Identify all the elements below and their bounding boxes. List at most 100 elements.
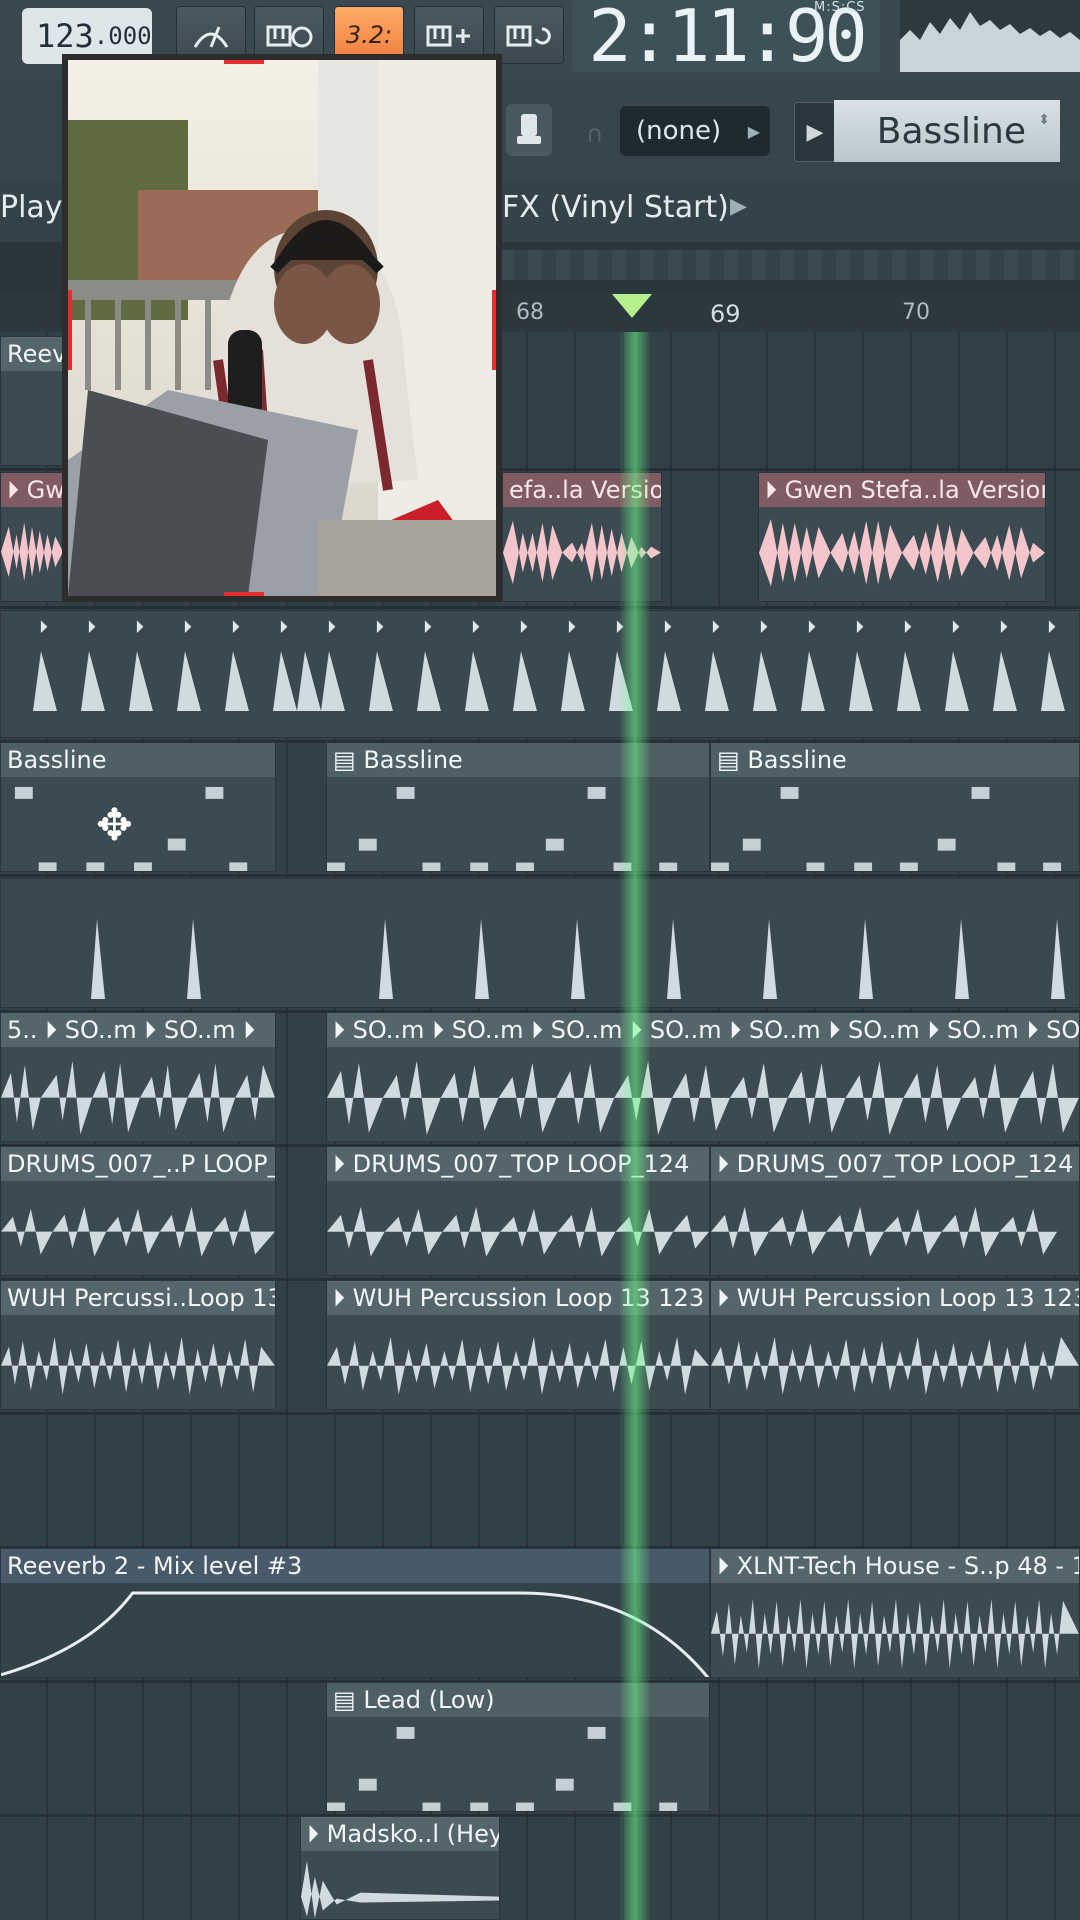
reeverb-clip[interactable]: Reeve bbox=[0, 336, 64, 466]
move-cursor-icon: ✥ bbox=[96, 800, 133, 851]
clip-label: ⏵ Madsko..l (Hey!) bbox=[301, 1817, 499, 1851]
bar-number: 69 bbox=[710, 300, 741, 328]
clip-label-text: SO..m bbox=[748, 1016, 821, 1044]
so-clip-group[interactable]: 5.. ⏵ SO..m ⏵ SO..m ⏵ bbox=[0, 1012, 276, 1142]
clip-label: WUH Percussi..Loop 13 123 bbox=[1, 1281, 275, 1315]
clip-label: ⏵ WUH Percussion Loop 13 123 bbox=[327, 1281, 709, 1315]
svg-text:⏵: ⏵ bbox=[135, 617, 144, 638]
svg-text:⏵: ⏵ bbox=[855, 617, 864, 638]
clip-label-text: SO..m bbox=[847, 1016, 920, 1044]
gwen-clip[interactable]: ⏵ Gwe bbox=[0, 472, 64, 602]
pattern-notes bbox=[14, 786, 248, 871]
clip-label: DRUMS_007_..P LOOP_124 bbox=[1, 1147, 275, 1181]
svg-text:⏵: ⏵ bbox=[903, 617, 912, 638]
playhead-line bbox=[620, 332, 650, 1920]
spinner-icon[interactable]: ⬍ bbox=[1038, 112, 1050, 128]
bassline-pattern-clip[interactable]: ▤ Bassline bbox=[326, 742, 710, 872]
svg-text:⏵: ⏵ bbox=[423, 617, 432, 638]
audio-waveform bbox=[1, 1206, 275, 1257]
pattern-play-button[interactable]: ▶ bbox=[794, 102, 836, 162]
svg-text:⏵: ⏵ bbox=[87, 617, 96, 638]
clip-label-text: Bassline bbox=[747, 746, 847, 774]
clip-label-text: Gwen Stefa..la Version) bbox=[784, 476, 1046, 504]
lead-pattern-clip[interactable]: ▤ Lead (Low) bbox=[326, 1682, 710, 1812]
madsko-hey-clip[interactable]: ⏵ Madsko..l (Hey!) bbox=[300, 1816, 500, 1920]
svg-text:⏵: ⏵ bbox=[999, 617, 1008, 638]
clip-label: ⏵ XLNT-Tech House - S..p 48 - 128 bbox=[711, 1549, 1079, 1583]
drums-top-loop-clip[interactable]: ⏵ DRUMS_007_TOP LOOP_124 bbox=[326, 1146, 710, 1276]
clip-label: ▤ Bassline bbox=[711, 743, 1079, 777]
target-channel-select[interactable]: (none) ▶ bbox=[620, 106, 770, 156]
kick-track-clips[interactable]: ⏵⏵⏵⏵⏵⏵⏵⏵⏵⏵⏵⏵⏵⏵⏵⏵⏵⏵⏵⏵⏵⏵ bbox=[0, 610, 1080, 738]
track-separator bbox=[0, 1814, 1080, 1817]
svg-text:⏵: ⏵ bbox=[519, 617, 528, 638]
svg-text:⏵: ⏵ bbox=[951, 617, 960, 638]
audio-waveform bbox=[1, 522, 63, 581]
gwen-clip[interactable]: ⏵ Gwen Stefa..la Version) bbox=[758, 472, 1046, 602]
svg-text:⏵: ⏵ bbox=[327, 617, 336, 638]
scrollbar-overview[interactable] bbox=[500, 250, 1080, 280]
svg-text:⏵: ⏵ bbox=[471, 617, 480, 638]
playhead-marker-icon[interactable] bbox=[612, 294, 652, 318]
pattern-notes bbox=[327, 1726, 678, 1811]
bar-number: 68 bbox=[516, 300, 544, 325]
clip-label-text: SO..m bbox=[64, 1016, 137, 1044]
so-clip-group[interactable]: ⏵ SO..m ⏵ SO..m ⏵ SO..m ⏵ SO..m ⏵ SO..m … bbox=[326, 1012, 1080, 1142]
wuh-percussion-clip[interactable]: ⏵ WUH Percussion Loop 13 123 bbox=[710, 1280, 1080, 1410]
svg-text:⏵: ⏵ bbox=[279, 617, 288, 638]
clip-label: Reeverb 2 - Mix level #3 bbox=[1, 1549, 709, 1583]
target-channel-value: (none) bbox=[636, 116, 722, 146]
perc-hit-track-clips[interactable] bbox=[0, 878, 1080, 1008]
clip-label-text: SO..m bbox=[352, 1016, 425, 1044]
xlnt-tech-house-clip[interactable]: ⏵ XLNT-Tech House - S..p 48 - 128 bbox=[710, 1548, 1080, 1678]
pattern-selector[interactable]: Bassline ⬍ bbox=[834, 100, 1060, 162]
bar-number: 70 bbox=[902, 300, 930, 325]
audio-waveform bbox=[327, 1206, 709, 1257]
clip-label-text: SO..m bbox=[1046, 1016, 1080, 1044]
plugin-knob-icon[interactable] bbox=[506, 104, 552, 156]
reeverb-automation-clip[interactable]: Reeverb 2 - Mix level #3 bbox=[0, 1548, 710, 1678]
clip-label: Reeve bbox=[1, 337, 63, 371]
clip-label-text: Lead (Low) bbox=[363, 1686, 495, 1714]
svg-text:⏵: ⏵ bbox=[183, 617, 192, 638]
clip-label: ⏵ SO..m ⏵ SO..m ⏵ SO..m ⏵ SO..m ⏵ SO..m … bbox=[327, 1013, 1079, 1047]
time-format-label[interactable]: M:S:CS bbox=[814, 0, 866, 15]
headphone-icon[interactable]: ∩ bbox=[586, 120, 604, 148]
bassline-pattern-clip[interactable]: Bassline bbox=[0, 742, 276, 872]
frame-accent bbox=[224, 60, 264, 64]
clip-label-text: WUH Percussion Loop 13 123 bbox=[736, 1284, 1080, 1312]
drums-top-loop-clip[interactable]: ⏵ DRUMS_007_TOP LOOP_124 bbox=[710, 1146, 1080, 1276]
clip-label-text: Gwe bbox=[26, 476, 64, 504]
wuh-percussion-clip[interactable]: ⏵ WUH Percussion Loop 13 123 bbox=[326, 1280, 710, 1410]
clip-label: Bassline bbox=[1, 743, 275, 777]
chevron-right-icon: ▶ bbox=[747, 121, 760, 141]
wuh-percussion-clip[interactable]: WUH Percussi..Loop 13 123 bbox=[0, 1280, 276, 1410]
playlist-breadcrumb[interactable]: FX (Vinyl Start) bbox=[502, 190, 729, 225]
svg-text:⏵: ⏵ bbox=[231, 617, 240, 638]
svg-text:⏵: ⏵ bbox=[711, 617, 720, 638]
svg-text:⏵: ⏵ bbox=[39, 617, 48, 638]
bassline-pattern-clip[interactable]: ▤ Bassline bbox=[710, 742, 1080, 872]
oscilloscope-display bbox=[900, 0, 1080, 72]
track-separator bbox=[0, 874, 1080, 877]
clip-label: ⏵ DRUMS_007_TOP LOOP_124 bbox=[327, 1147, 709, 1181]
clip-label-text: Bassline bbox=[363, 746, 463, 774]
audio-waveform bbox=[711, 1598, 1079, 1669]
pattern-notes bbox=[327, 786, 678, 871]
clip-label: ▤ Bassline bbox=[327, 743, 709, 777]
drums-top-loop-clip[interactable]: DRUMS_007_..P LOOP_124 bbox=[0, 1146, 276, 1276]
svg-text:⏵: ⏵ bbox=[807, 617, 816, 638]
svg-text:⏵: ⏵ bbox=[1047, 617, 1056, 638]
frame-accent bbox=[224, 592, 264, 596]
svg-text:⏵: ⏵ bbox=[663, 617, 672, 638]
audio-waveform bbox=[327, 1336, 709, 1395]
pattern-notes bbox=[711, 786, 1062, 871]
audio-waveform bbox=[327, 1060, 1079, 1135]
automation-curve bbox=[1, 1591, 709, 1677]
clip-label: ⏵ Gwe bbox=[1, 473, 63, 507]
pattern-name-value: Bassline bbox=[876, 110, 1026, 152]
clip-label: 5.. ⏵ SO..m ⏵ SO..m ⏵ bbox=[1, 1013, 275, 1047]
loop-record-icon[interactable] bbox=[494, 6, 564, 64]
audio-waveform bbox=[759, 518, 1045, 587]
clip-label-text: SO..m bbox=[947, 1016, 1019, 1044]
